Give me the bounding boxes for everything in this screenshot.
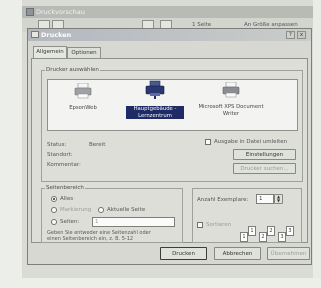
cancel-button[interactable]: Abbrechen [214,247,261,260]
print-to-file-label: Ausgabe in Datei umleiten [214,139,288,145]
screen-bezel-bottom [0,278,321,288]
range-selection-label: Markierung [60,207,92,213]
printer-group-legend: Drucker auswählen [45,67,100,73]
printer-item-epsonweb[interactable]: EpsonWeb [58,83,108,119]
screen-bezel-left [0,0,22,288]
help-button[interactable]: ? [286,31,295,39]
collate-page-icon: 2 [267,226,275,236]
status-value: Bereit [89,142,106,148]
collate-page-icon: 1 [248,226,256,236]
collate-page-icon: 2 [259,232,267,242]
network-printer-icon [145,80,165,99]
range-selection-radio[interactable] [51,207,57,213]
tab-options[interactable]: Optionen [67,47,101,58]
comment-label: Kommentar: [47,162,81,168]
range-pages-label: Seiten: [60,219,80,225]
range-all-radio[interactable] [51,196,57,202]
close-button[interactable]: x [297,31,306,39]
status-label: Status: [47,142,67,148]
find-printer-button[interactable]: Drucker suchen... [233,163,296,174]
copies-count-input[interactable]: 1 [256,194,274,204]
printer-icon [74,83,92,99]
printer-item-hauptgebaeude[interactable]: Hauptgebäude - Lernzentrum [124,80,186,124]
collate-page-icon: 1 [240,232,248,242]
pages-input[interactable]: 1 [92,217,175,227]
tab-general[interactable]: Allgemein [33,46,67,58]
printer-title-icon [31,31,39,38]
preferences-button[interactable]: Einstellungen [233,149,296,160]
app-icon [26,8,34,16]
range-current-page-label: Aktuelle Seite [107,207,146,213]
printer-name-xps: Microsoft XPS Document Writer [198,104,264,117]
print-to-file-checkbox[interactable] [205,139,211,145]
dialog-title: Drucken [41,31,72,39]
collate-page-icon: 3 [278,232,286,242]
screen-bezel-right [313,0,321,288]
location-label: Standort: [47,152,73,158]
printer-item-xps[interactable]: Microsoft XPS Document Writer [198,82,264,120]
range-pages-radio[interactable] [51,219,57,225]
collate-checkbox[interactable] [197,222,203,228]
page-range-help-2: einen Seitenbereich ein, z. B. 5-12 [47,236,134,242]
background-window-title: Druckvorschau [36,8,85,16]
range-all-label: Alles [60,196,74,202]
apply-button[interactable]: Übernehmen [267,247,310,260]
printer-name-epsonweb: EpsonWeb [69,105,97,111]
print-button[interactable]: Drucken [160,247,207,260]
range-current-page-radio[interactable] [98,207,104,213]
page-range-legend: Seitenbereich [45,185,85,191]
printer-icon [222,82,240,98]
copies-spinner[interactable]: ▲ ▼ [274,194,283,204]
copies-count-label: Anzahl Exemplare: [197,197,249,203]
collate-label: Sortieren [206,222,232,228]
printer-name-hauptgebaeude: Hauptgebäude - Lernzentrum [126,106,184,119]
collate-page-icon: 3 [286,226,294,236]
